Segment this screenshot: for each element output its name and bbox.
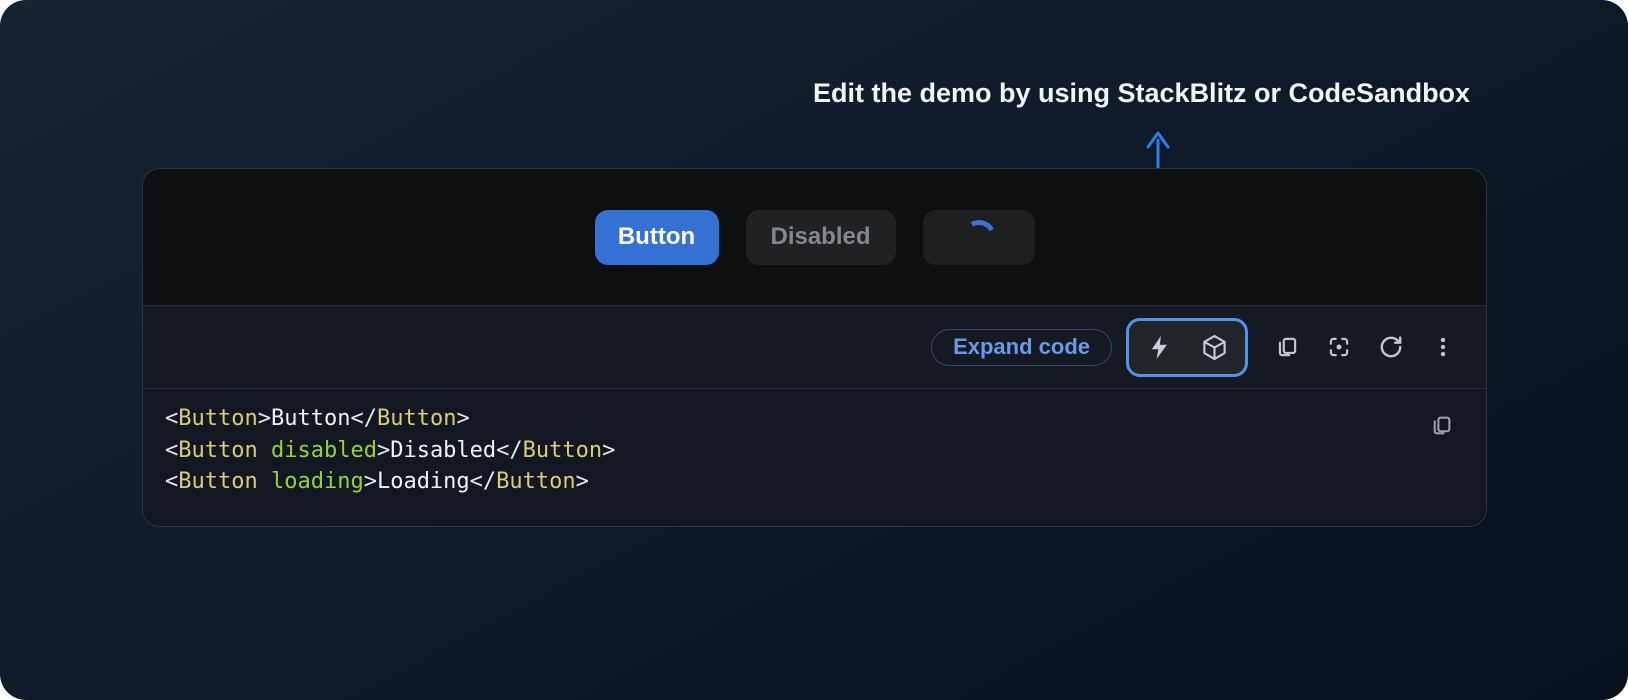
code-line: <Button>Button</Button> — [165, 403, 1462, 435]
code-lines: <Button>Button</Button><Button disabled>… — [165, 403, 1462, 498]
copy-icon[interactable] — [1274, 334, 1300, 360]
toolbar-actions: Expand code — [931, 318, 1456, 377]
more-vertical-icon[interactable] — [1430, 334, 1456, 360]
demo-card: Button Disabled Expand code — [142, 168, 1487, 527]
demo-loading-button[interactable] — [923, 210, 1035, 265]
page-background: Edit the demo by using StackBlitz or Cod… — [0, 0, 1628, 700]
expand-code-button[interactable]: Expand code — [931, 329, 1112, 366]
code-copy-icon[interactable] — [1429, 413, 1454, 438]
refresh-icon[interactable] — [1378, 334, 1404, 360]
focus-icon[interactable] — [1326, 334, 1352, 360]
stackblitz-lightning-icon[interactable] — [1146, 334, 1173, 361]
code-block: <Button>Button</Button><Button disabled>… — [143, 389, 1486, 527]
demo-preview-area: Button Disabled — [143, 169, 1486, 306]
annotation-text: Edit the demo by using StackBlitz or Cod… — [813, 78, 1470, 109]
code-line: <Button disabled>Disabled</Button> — [165, 435, 1462, 467]
loading-spinner-icon — [957, 216, 999, 258]
demo-primary-button[interactable]: Button — [595, 210, 719, 265]
code-line: <Button loading>Loading</Button> — [165, 466, 1462, 498]
codesandbox-cube-icon[interactable] — [1201, 334, 1228, 361]
sandbox-button-group — [1126, 318, 1248, 377]
demo-disabled-button[interactable]: Disabled — [746, 210, 896, 265]
demo-toolbar: Expand code — [143, 306, 1486, 389]
